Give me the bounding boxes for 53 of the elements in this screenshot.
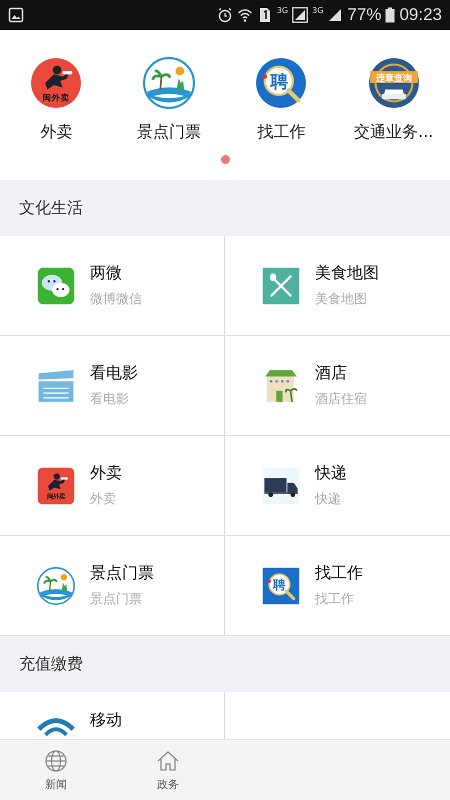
battery-icon — [385, 7, 396, 23]
clock: 09:23 — [399, 5, 442, 25]
service-name: 找工作 — [315, 563, 363, 584]
island-icon — [37, 566, 75, 604]
service-description: 外卖 — [90, 491, 117, 508]
service-name: 景点门票 — [90, 563, 154, 584]
image-icon — [8, 7, 24, 23]
globe-icon — [44, 748, 68, 772]
network-label: 3G — [312, 6, 324, 15]
service-description: 微博微信 — [90, 291, 142, 308]
service-name: 看电影 — [90, 363, 138, 384]
magnifier-icon: 聘 — [262, 566, 300, 604]
service-name: 移动 — [90, 710, 122, 731]
alarm-icon — [216, 7, 233, 23]
service-description: 找工作 — [315, 591, 355, 608]
service-tile[interactable]: 快递 快递 — [225, 436, 450, 536]
network-label: 3G — [276, 6, 288, 15]
island-icon — [142, 57, 195, 109]
signal-icon — [292, 7, 308, 23]
battery-percent: 77% — [347, 5, 382, 25]
signal-icon — [327, 7, 344, 23]
house-icon — [156, 748, 180, 772]
service-name: 两微 — [90, 263, 123, 284]
service-name: 美食地图 — [315, 263, 379, 284]
service-tile[interactable]: 美食地图 美食地图 — [225, 236, 450, 336]
service-tile[interactable]: 酒店 酒店住宿 — [225, 336, 450, 436]
service-description: 快递 — [315, 491, 342, 508]
tab[interactable]: 新闻 — [0, 740, 112, 800]
app-label[interactable]: 景点门票 — [136, 122, 201, 143]
service-tile[interactable]: 两微 微博微信 — [0, 236, 225, 336]
tab[interactable]: 政务 — [112, 740, 224, 800]
courier-icon: 闽外卖 — [30, 57, 82, 109]
service-tile[interactable]: 聘 找工作 找工作 — [225, 536, 450, 636]
magnifier-icon: 聘 — [255, 57, 308, 109]
service-name: 酒店 — [315, 363, 348, 384]
app-label[interactable]: 交通业务... — [354, 122, 434, 143]
car-icon: 违章查询 — [368, 57, 420, 109]
service-tile[interactable]: 看电影 看电影 — [0, 336, 225, 436]
service-description: 酒店住宿 — [315, 391, 367, 408]
service-description: 看电影 — [90, 391, 130, 408]
service-description: 美食地图 — [315, 291, 368, 308]
section-title: 充值缴费 — [19, 654, 83, 674]
app-label[interactable]: 找工作 — [257, 122, 306, 143]
section-title: 文化生活 — [19, 198, 83, 218]
service-tile[interactable]: 景点门票 景点门票 — [0, 536, 225, 636]
service-description: 景点门票 — [90, 591, 143, 608]
chat-bubbles-icon — [37, 266, 75, 304]
service-name: 快递 — [315, 463, 347, 484]
wifi-icon — [236, 7, 253, 23]
truck-icon — [262, 466, 300, 504]
app-label[interactable]: 外卖 — [40, 122, 72, 143]
fork-spoon-icon — [262, 266, 300, 304]
service-name: 外卖 — [90, 463, 122, 484]
